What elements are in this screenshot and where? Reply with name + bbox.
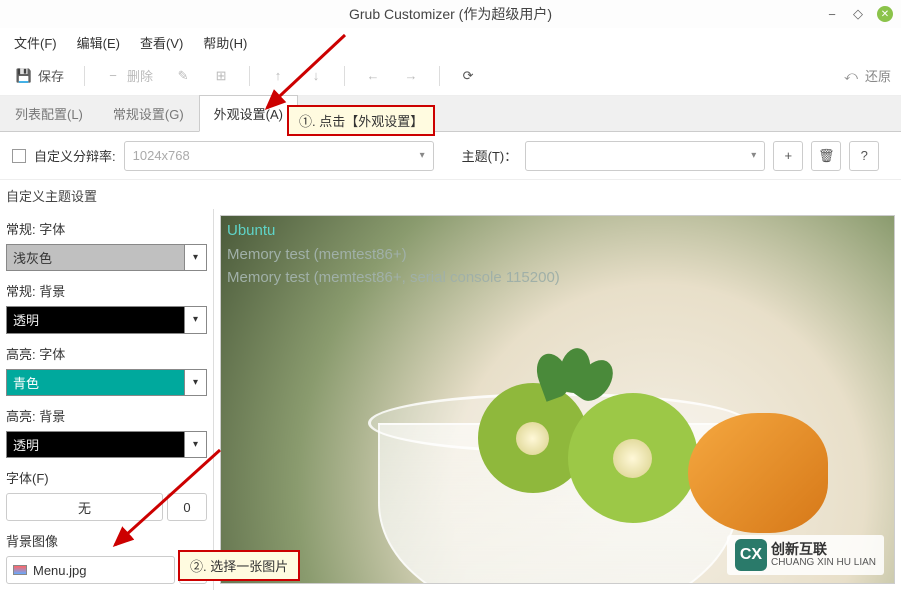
normal-font-color-combo[interactable]: 浅灰色 ▾: [6, 244, 207, 271]
minus-icon: −: [105, 68, 121, 84]
preview-pane: Ubuntu Memory test (memtest86+) Memory t…: [220, 215, 895, 584]
highlight-font-color-combo[interactable]: 青色 ▾: [6, 369, 207, 396]
titlebar: Grub Customizer (作为超级用户) − ◇ ✕: [0, 0, 901, 28]
edit-button[interactable]: ✎: [169, 64, 197, 88]
resolution-value: 1024x768: [133, 148, 190, 163]
restore-icon: ⤺: [843, 68, 859, 84]
save-label: 保存: [38, 66, 64, 85]
theme-label: 主题(T)：: [462, 146, 518, 165]
chevron-down-icon: ▾: [184, 370, 206, 395]
boot-line-1: Ubuntu: [227, 222, 275, 239]
logo-text: 创新互联 CHUANG XIN HU LIAN: [771, 541, 876, 570]
boot-line-3: Memory test (memtest86+, serial console …: [227, 269, 560, 286]
menu-edit[interactable]: 编辑(E): [69, 29, 128, 56]
menu-file[interactable]: 文件(F): [6, 29, 65, 56]
image-icon: [13, 565, 27, 575]
custom-theme-section-label: 自定义主题设置: [0, 180, 901, 209]
close-icon[interactable]: ✕: [877, 6, 893, 22]
delete-label: 删除: [127, 66, 153, 85]
arrow-right-icon: →: [403, 68, 419, 84]
normal-font-label: 常规: 字体: [6, 219, 207, 238]
preview-bowl: [318, 343, 798, 584]
menubar: 文件(F) 编辑(E) 查看(V) 帮助(H): [0, 28, 901, 56]
custom-resolution-label: 自定义分辩率:: [34, 146, 116, 165]
chevron-down-icon: ▾: [184, 245, 206, 270]
chevron-down-icon: ▾: [751, 150, 756, 161]
normal-bg-color-combo[interactable]: 透明 ▾: [6, 306, 207, 333]
normal-bg-label: 常规: 背景: [6, 281, 207, 300]
back-button[interactable]: ←: [359, 64, 387, 88]
theme-delete-button[interactable]: 🗑: [811, 141, 841, 171]
forward-button[interactable]: →: [397, 64, 425, 88]
highlight-font-label: 高亮: 字体: [6, 344, 207, 363]
save-icon: 💾: [16, 68, 32, 84]
tab-list-config[interactable]: 列表配置(L): [0, 95, 98, 131]
separator: [84, 66, 85, 86]
plus-box-icon: ⊞: [213, 68, 229, 84]
separator: [249, 66, 250, 86]
boot-line-2: Memory test (memtest86+): [227, 246, 407, 263]
window-controls: − ◇ ✕: [825, 6, 893, 22]
theme-add-button[interactable]: +: [773, 141, 803, 171]
logo-name: 创新互联: [771, 541, 876, 558]
watermark-logo: CX 创新互联 CHUANG XIN HU LIAN: [727, 535, 884, 575]
trash-icon: 🗑: [818, 148, 835, 164]
restore-label: 还原: [865, 66, 891, 85]
resolution-row: 自定义分辩率: 1024x768 ▾ 主题(T)： ▾ + 🗑 ?: [0, 132, 901, 180]
logo-sub: CHUANG XIN HU LIAN: [771, 557, 876, 568]
theme-help-button[interactable]: ?: [849, 141, 879, 171]
pencil-icon: ✎: [175, 68, 191, 84]
arrow-left-icon: ←: [365, 68, 381, 84]
boot-menu-text: Ubuntu Memory test (memtest86+) Memory t…: [227, 220, 560, 291]
bg-file-name: Menu.jpg: [33, 563, 86, 578]
add-button[interactable]: ⊞: [207, 64, 235, 88]
normal-font-color-value: 浅灰色: [7, 245, 184, 270]
question-icon: ?: [861, 148, 868, 163]
arrow-annotation-2: [100, 445, 230, 560]
plus-icon: +: [784, 148, 792, 163]
chevron-down-icon: ▾: [420, 150, 425, 161]
resolution-combo[interactable]: 1024x768 ▾: [124, 141, 434, 171]
toolbar: 💾 保存 − 删除 ✎ ⊞ ↑ ↓ ← → ⟳ ⤺ 还原: [0, 56, 901, 96]
maximize-icon[interactable]: ◇: [851, 7, 865, 21]
menu-view[interactable]: 查看(V): [132, 29, 191, 56]
separator: [439, 66, 440, 86]
save-button[interactable]: 💾 保存: [10, 62, 70, 89]
bg-file-button[interactable]: Menu.jpg: [6, 556, 175, 584]
minimize-icon[interactable]: −: [825, 7, 839, 21]
normal-bg-color-value: 透明: [7, 307, 184, 332]
arrow-annotation-1: [255, 30, 355, 120]
tab-general-settings[interactable]: 常规设置(G): [98, 95, 199, 131]
tabs: 列表配置(L) 常规设置(G) 外观设置(A): [0, 96, 901, 132]
restore-button[interactable]: ⤺ 还原: [843, 66, 891, 85]
refresh-icon: ⟳: [460, 68, 476, 84]
logo-badge: CX: [735, 539, 767, 571]
delete-button[interactable]: − 删除: [99, 62, 159, 89]
highlight-bg-label: 高亮: 背景: [6, 406, 207, 425]
custom-resolution-checkbox[interactable]: [12, 149, 26, 163]
bg-file-row: Menu.jpg ⎘: [6, 556, 207, 584]
chevron-down-icon: ▾: [184, 307, 206, 332]
window-title: Grub Customizer (作为超级用户): [349, 4, 552, 24]
highlight-font-color-value: 青色: [7, 370, 184, 395]
theme-combo[interactable]: ▾: [525, 141, 765, 171]
refresh-button[interactable]: ⟳: [454, 64, 482, 88]
menu-help[interactable]: 帮助(H): [195, 29, 255, 56]
